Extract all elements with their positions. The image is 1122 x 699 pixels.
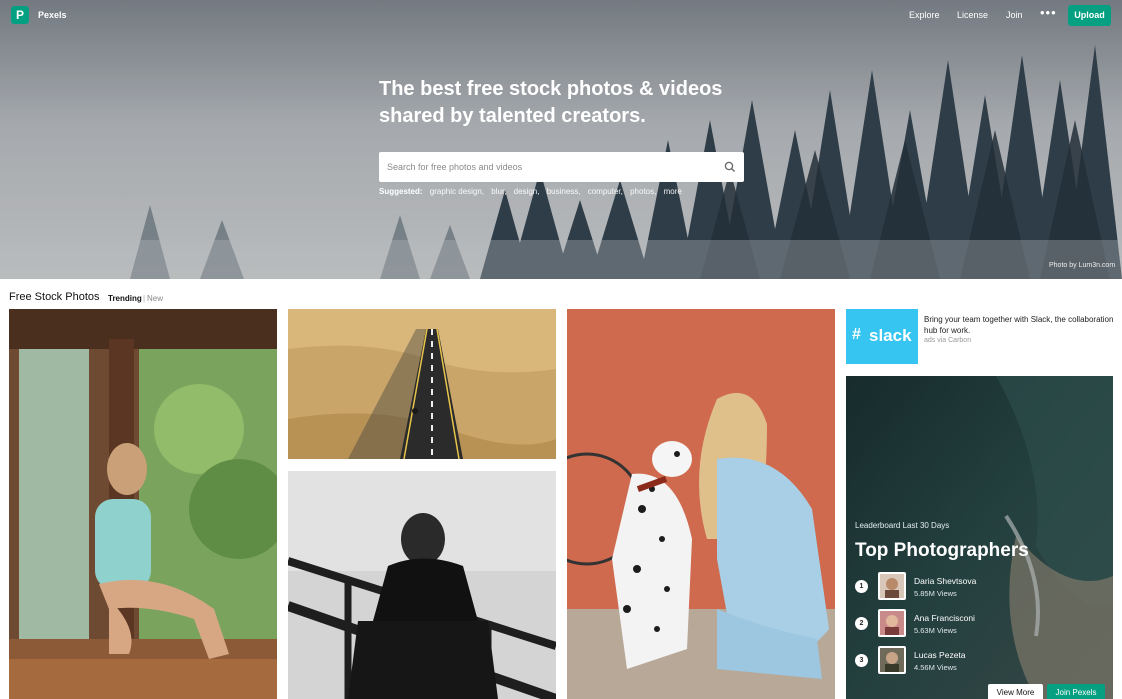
suggested-tag[interactable]: graphic design,: [430, 187, 484, 196]
photographer-views: 5.85M Views: [914, 589, 957, 598]
rank-badge: 1: [855, 580, 868, 593]
tab-new[interactable]: New: [147, 294, 163, 303]
avatar[interactable]: [878, 572, 906, 600]
suggested-tag-more[interactable]: more: [664, 187, 682, 196]
search-icon[interactable]: [723, 160, 737, 174]
leaderboard-title: Top Photographers: [855, 540, 1029, 561]
suggested-tag[interactable]: computer,: [588, 187, 623, 196]
ad-via-carbon[interactable]: ads via Carbon: [924, 337, 971, 344]
slack-hash-icon: #: [852, 326, 861, 343]
search-input[interactable]: [387, 158, 707, 176]
suggested-searches: Suggested: graphic design, blur, design,…: [379, 187, 687, 196]
slack-wordmark: slack: [869, 326, 912, 345]
photographer-views: 4.56M Views: [914, 663, 957, 672]
photo-desert-road[interactable]: [288, 309, 556, 459]
view-more-button[interactable]: View More: [988, 684, 1043, 699]
ad-text[interactable]: Bring your team together with Slack, the…: [924, 314, 1114, 336]
avatar[interactable]: [878, 646, 906, 674]
suggested-tag[interactable]: photos,: [630, 187, 656, 196]
photographer-name[interactable]: Daria Shevtsova: [914, 576, 976, 586]
photographer-name[interactable]: Lucas Pezeta: [914, 650, 966, 660]
pexels-logo-icon[interactable]: P: [11, 6, 29, 24]
upload-button[interactable]: Upload: [1068, 5, 1111, 26]
hero-title-line1: The best free stock photos & videos: [379, 78, 723, 100]
suggested-tag[interactable]: blur,: [491, 187, 506, 196]
leaderboard-subtitle: Leaderboard Last 30 Days: [855, 521, 950, 530]
hero-title: The best free stock photos & videos shar…: [379, 76, 759, 130]
hero-title-line2: shared by talented creators.: [379, 105, 646, 127]
slack-ad-logo[interactable]: # slack: [846, 309, 918, 364]
join-pexels-button[interactable]: Join Pexels: [1047, 684, 1105, 699]
tab-trending[interactable]: Trending: [108, 294, 142, 303]
avatar[interactable]: [878, 609, 906, 637]
photographer-views: 5.63M Views: [914, 626, 957, 635]
photo-woman-window[interactable]: [9, 309, 277, 699]
rank-badge: 3: [855, 654, 868, 667]
nav-join[interactable]: Join: [1006, 10, 1023, 20]
rank-badge: 2: [855, 617, 868, 630]
search-bar: [379, 152, 744, 182]
photo-woman-dalmatian[interactable]: [567, 309, 835, 699]
photographer-name[interactable]: Ana Francisconi: [914, 613, 975, 623]
photo-credit[interactable]: Photo by Lum3n.com: [1049, 262, 1115, 269]
photo-man-bw[interactable]: [288, 471, 556, 699]
nav-license[interactable]: License: [957, 10, 988, 20]
brand-name[interactable]: Pexels: [38, 10, 67, 20]
suggested-tag[interactable]: design,: [514, 187, 540, 196]
nav-explore[interactable]: Explore: [909, 10, 940, 20]
top-nav: P Pexels Explore License Join ••• Upload: [0, 0, 1122, 30]
more-menu-icon[interactable]: •••: [1040, 5, 1057, 20]
hero-forest-image: [0, 0, 1122, 279]
tab-separator: |: [143, 294, 146, 303]
suggested-label: Suggested:: [379, 187, 423, 196]
section-title: Free Stock Photos: [9, 291, 100, 303]
hero-banner: P Pexels Explore License Join ••• Upload…: [0, 0, 1122, 279]
suggested-tag[interactable]: business,: [547, 187, 581, 196]
